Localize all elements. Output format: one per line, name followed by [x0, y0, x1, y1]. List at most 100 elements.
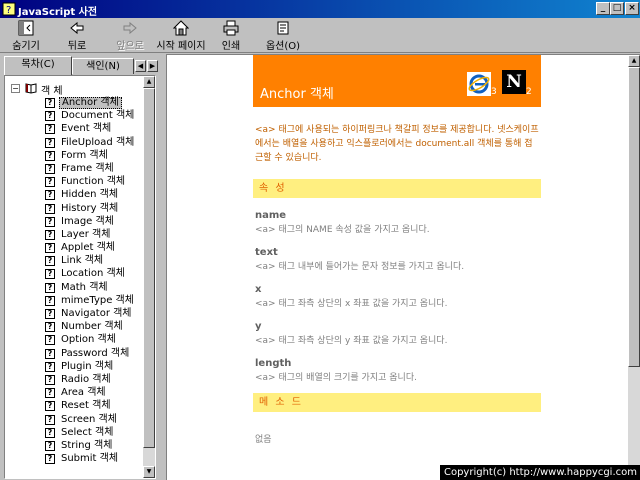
tree-item-label: Select 객체	[61, 426, 114, 438]
methods-none: 없음	[255, 435, 272, 445]
tree-scrollbar[interactable]: ▲ ▼	[143, 76, 155, 478]
printer-icon	[223, 20, 239, 36]
title-bar: ? JavaScript 사전 _ □ ×	[0, 0, 640, 18]
help-topic-icon: ?	[45, 335, 55, 346]
toolbar: 숨기기 뒤로 앞으로 시작 페이지 인쇄 옵션(O)	[0, 18, 640, 53]
internet-explorer-icon	[467, 72, 491, 96]
help-topic-icon: ?	[45, 440, 55, 451]
help-app-icon: ?	[2, 2, 16, 16]
back-arrow-icon	[70, 21, 84, 35]
tab-scroll-left-button[interactable]: ◀	[135, 60, 146, 72]
help-topic-icon: ?	[45, 427, 55, 438]
tree-item-label: Hidden 객체	[61, 189, 119, 201]
property-description: <a> 태그의 NAME 속성 값을 가지고 옵니다.	[255, 225, 430, 235]
property-entry: name <a> 태그의 NAME 속성 값을 가지고 옵니다.	[255, 210, 541, 235]
help-topic-icon: ?	[45, 401, 55, 412]
scroll-down-button[interactable]: ▼	[143, 466, 155, 478]
hide-icon	[18, 20, 34, 36]
methods-heading: 메 소 드	[253, 393, 541, 412]
collapse-icon[interactable]: −	[11, 84, 20, 93]
back-button[interactable]: 뒤로	[62, 20, 92, 52]
tree-item-label: Reset 객체	[61, 400, 111, 412]
property-name: length	[255, 358, 292, 369]
help-topic-icon: ?	[45, 256, 55, 267]
tree-item-label: Number 객체	[61, 321, 123, 333]
tree-item-label: String 객체	[61, 439, 113, 451]
property-name: name	[255, 210, 287, 221]
content-pane: Anchor 객체 3 N 2 <a> 태그에 사용되는 하이퍼링크나 책갈피 …	[166, 54, 640, 480]
close-button[interactable]: ×	[625, 2, 639, 15]
tree-item-label: Radio 객체	[61, 373, 111, 385]
content-scrollbar[interactable]: ▲	[628, 55, 640, 480]
properties-heading: 속 성	[253, 179, 541, 198]
maximize-button[interactable]: □	[610, 2, 624, 15]
tree-item-label: Function 객체	[61, 176, 126, 188]
help-topic-icon: ?	[45, 348, 55, 359]
tree-item-label: Password 객체	[61, 347, 130, 359]
help-topic-icon: ?	[45, 388, 55, 399]
tree-item-label: Math 객체	[61, 281, 108, 293]
help-topic-icon: ?	[45, 309, 55, 319]
scroll-up-button[interactable]: ▲	[143, 76, 155, 88]
tree-item-label: Area 객체	[61, 387, 106, 399]
tree-item-label: mimeType 객체	[61, 294, 134, 306]
forward-button[interactable]: 앞으로	[112, 20, 148, 52]
tree-item-label: Screen 객체	[61, 413, 117, 425]
home-icon	[173, 20, 189, 36]
tree-item-label: Document 객체	[61, 110, 135, 122]
topic-header: Anchor 객체 3 N 2	[253, 55, 541, 107]
help-topic-icon: ?	[45, 269, 55, 280]
property-entry: y <a> 태그 좌측 상단의 y 좌표 값을 가지고 옵니다.	[255, 321, 541, 346]
tab-scroll-right-button[interactable]: ▶	[147, 60, 158, 72]
tree-item-label: Navigator 객체	[61, 308, 132, 319]
contents-tree: − 객 체 ? Anchor 객체? Document 객체? Event 객체? Fi…	[4, 75, 156, 479]
help-topic-icon: ?	[45, 322, 55, 333]
print-button[interactable]: 인쇄	[218, 20, 244, 52]
tab-index[interactable]: 색인(N)	[72, 58, 134, 74]
topic-description: <a> 태그에 사용되는 하이퍼링크나 책갈피 정보를 제공합니다. 넷스케이프…	[255, 125, 539, 163]
tree-item-label: History 객체	[61, 202, 119, 214]
tree-item-label: Event 객체	[61, 123, 112, 135]
help-topic-icon: ?	[45, 111, 55, 122]
help-topic-icon: ?	[45, 216, 55, 227]
help-topic-icon: ?	[45, 282, 55, 293]
help-topic-icon: ?	[45, 163, 55, 174]
help-topic-icon: ?	[45, 150, 55, 161]
help-topic-icon: ?	[45, 454, 55, 465]
property-name: text	[255, 247, 278, 258]
scroll-thumb[interactable]	[143, 88, 155, 448]
help-topic-icon: ?	[45, 137, 55, 148]
tree-item-label: Anchor 객체	[59, 97, 122, 109]
property-description: <a> 태그 내부에 들어가는 문자 정보를 가지고 옵니다.	[255, 262, 465, 272]
tree-item-label: Link 객체	[61, 255, 104, 267]
help-topic-icon: ?	[45, 229, 55, 240]
property-entry: text <a> 태그 내부에 들어가는 문자 정보를 가지고 옵니다.	[255, 247, 541, 272]
content-scroll-thumb[interactable]	[628, 67, 640, 367]
help-topic-icon: ?	[45, 190, 55, 201]
topic-content: Anchor 객체 3 N 2 <a> 태그에 사용되는 하이퍼링크나 책갈피 …	[253, 55, 541, 445]
tree-item-label: FileUpload 객체	[61, 136, 135, 148]
tree-item-label: Option 객체	[61, 334, 116, 346]
tree-item-label: Frame 객체	[61, 162, 114, 174]
hide-button[interactable]: 숨기기	[8, 20, 44, 52]
help-topic-icon: ?	[45, 414, 55, 425]
help-topic-icon: ?	[45, 361, 55, 372]
tree-item-label: Location 객체	[61, 268, 125, 280]
property-name: y	[255, 321, 262, 332]
help-topic-icon: ?	[45, 203, 55, 214]
help-topic-icon: ?	[45, 243, 55, 254]
open-book-icon	[25, 83, 37, 94]
ns-version: 2	[526, 87, 532, 97]
content-scroll-up-button[interactable]: ▲	[628, 55, 640, 67]
tree-root-objects[interactable]: − 객 체	[9, 82, 139, 97]
property-description: <a> 태그 좌측 상단의 y 좌표 값을 가지고 옵니다.	[255, 336, 448, 346]
property-name: x	[255, 284, 262, 295]
tab-contents[interactable]: 목차(C)	[4, 56, 72, 75]
minimize-button[interactable]: _	[596, 2, 610, 15]
navigation-pane: 목차(C) 색인(N) ◀ ▶ − 객 체 ? Anchor 객체? Documen…	[0, 54, 162, 480]
home-button[interactable]: 시작 페이지	[156, 20, 206, 52]
tree-item-label: Applet 객체	[61, 242, 115, 254]
topic-title: Anchor 객체	[260, 87, 334, 102]
options-button[interactable]: 옵션(O)	[264, 20, 302, 52]
window-title: JavaScript 사전	[18, 7, 98, 18]
